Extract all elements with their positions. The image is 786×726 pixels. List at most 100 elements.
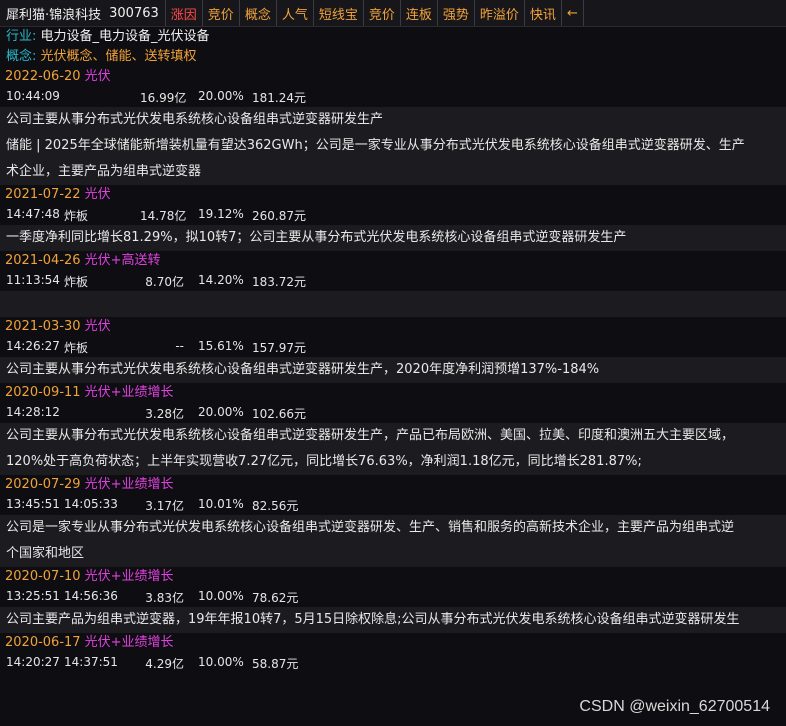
event-type: 炸板 <box>64 209 89 223</box>
event-type: 炸板 <box>64 341 89 355</box>
event-price: 82.56元 <box>252 499 299 513</box>
event-description: 公司主要产品为组串式逆变器，19年年报10转7，5月15日除权除息;公司从事分布… <box>0 607 786 633</box>
event-tag: 光伏 <box>84 187 111 202</box>
tab-9[interactable]: 快讯 <box>525 0 562 26</box>
event-row[interactable]: 14:47:48 炸板 14.78亿 19.12% 260.87元 <box>0 205 786 225</box>
event-time: 14:28:12 <box>6 405 60 419</box>
industry-line: 行业: 电力设备_电力设备_光伏设备 <box>0 27 786 47</box>
event-price: 102.66元 <box>252 407 306 421</box>
tab-2[interactable]: 概念 <box>240 0 277 26</box>
event-amount: 3.17亿 <box>145 499 184 513</box>
watermark: CSDN @weixin_62700514 <box>579 698 770 715</box>
tab-4[interactable]: 短线宝 <box>314 0 364 26</box>
event-tag: 光伏 <box>84 319 111 334</box>
concept-value: 光伏概念、储能、送转填权 <box>40 49 197 64</box>
event-pct: 10.00% <box>198 655 244 669</box>
event-row[interactable]: 10:44:09 16.99亿 20.00% 181.24元 <box>0 87 786 107</box>
tab-bar: 犀利猫·锦浪科技 300763 涨因 竞价 概念 人气 短线宝 竞价 连板 强势 昨溢价 快讯 ← <box>0 0 786 27</box>
event-header: 2021-03-30 光伏 <box>0 317 786 337</box>
event-tag: 光伏+高送转 <box>84 253 161 268</box>
event-amount: -- <box>175 339 184 353</box>
tab-0[interactable]: 涨因 <box>166 0 203 26</box>
event-header: 2022-06-20 光伏 <box>0 67 786 87</box>
event-header: 2020-09-11 光伏+业绩增长 <box>0 383 786 403</box>
event-amount: 14.78亿 <box>140 209 187 223</box>
event-price: 157.97元 <box>252 341 306 355</box>
stock-title: 犀利猫·锦浪科技 300763 <box>0 0 166 26</box>
tab-10[interactable]: ← <box>562 0 584 26</box>
event-type: 14:05:33 <box>64 497 118 511</box>
event-pct: 20.00% <box>198 89 244 103</box>
event-time: 14:47:48 <box>6 207 60 221</box>
event-header: 2021-07-22 光伏 <box>0 185 786 205</box>
event-amount: 3.83亿 <box>145 591 184 605</box>
event-tag: 光伏 <box>84 69 111 84</box>
event-type: 14:37:51 <box>64 655 118 669</box>
stock-name: 犀利猫·锦浪科技 <box>6 7 102 23</box>
event-price: 260.87元 <box>252 209 306 223</box>
event-description: 公司主要从事分布式光伏发电系统核心设备组串式逆变器研发生产，2020年度净利润预… <box>0 357 786 383</box>
stock-code: 300763 <box>109 5 159 21</box>
event-row[interactable]: 11:13:54 炸板 8.70亿 14.20% 183.72元 <box>0 271 786 291</box>
tab-3[interactable]: 人气 <box>277 0 314 26</box>
description-line: 个国家和地区 <box>6 546 85 561</box>
event-time: 11:13:54 <box>6 273 60 287</box>
event-pct: 10.00% <box>198 589 244 603</box>
event-header: 2021-04-26 光伏+高送转 <box>0 251 786 271</box>
concept-line: 概念: 光伏概念、储能、送转填权 <box>0 47 786 67</box>
event-row[interactable]: 14:26:27 炸板 -- 15.61% 157.97元 <box>0 337 786 357</box>
tab-1[interactable]: 竞价 <box>203 0 240 26</box>
event-header: 2020-06-17 光伏+业绩增长 <box>0 633 786 653</box>
event-pct: 14.20% <box>198 273 244 287</box>
event-time: 10:44:09 <box>6 89 60 103</box>
event-tag: 光伏+业绩增长 <box>84 477 174 492</box>
description-line: 术企业，主要产品为组串式逆变器 <box>6 164 202 179</box>
tab-8[interactable]: 昨溢价 <box>475 0 525 26</box>
event-row[interactable]: 14:20:27 14:37:51 4.29亿 10.00% 58.87元 <box>0 653 786 673</box>
event-description <box>0 291 786 317</box>
event-price: 58.87元 <box>252 657 299 671</box>
event-tag: 光伏+业绩增长 <box>84 635 174 650</box>
tab-7[interactable]: 强势 <box>438 0 475 26</box>
event-date: 2021-07-22 <box>5 187 81 202</box>
event-pct: 20.00% <box>198 405 244 419</box>
event-date: 2020-07-10 <box>5 569 81 584</box>
event-type: 炸板 <box>64 275 89 289</box>
event-description: 一季度净利同比增长81.29%，拟10转7；公司主要从事分布式光伏发电系统核心设… <box>0 225 786 251</box>
event-price: 181.24元 <box>252 91 306 105</box>
event-amount: 4.29亿 <box>145 657 184 671</box>
event-time: 14:20:27 <box>6 655 60 669</box>
event-row[interactable]: 14:28:12 3.28亿 20.00% 102.66元 <box>0 403 786 423</box>
description-line <box>6 291 780 317</box>
event-header: 2020-07-10 光伏+业绩增长 <box>0 567 786 587</box>
event-description: 公司主要从事分布式光伏发电系统核心设备组串式逆变器研发生产储能 | 2025年全… <box>0 107 786 185</box>
industry-value: 电力设备_电力设备_光伏设备 <box>40 29 210 44</box>
event-time: 13:25:51 <box>6 589 60 603</box>
event-tag: 光伏+业绩增长 <box>84 385 174 400</box>
description-line: 公司主要产品为组串式逆变器，19年年报10转7，5月15日除权除息;公司从事分布… <box>6 612 740 627</box>
event-list: 2022-06-20 光伏 10:44:09 16.99亿 20.00% 181.24元公… <box>0 67 786 673</box>
event-pct: 15.61% <box>198 339 244 353</box>
event-row[interactable]: 13:25:51 14:56:36 3.83亿 10.00% 78.62元 <box>0 587 786 607</box>
event-date: 2020-06-17 <box>5 635 81 650</box>
event-description: 公司主要从事分布式光伏发电系统核心设备组串式逆变器研发生产，产品已布局欧洲、美国… <box>0 423 786 475</box>
event-pct: 10.01% <box>198 497 244 511</box>
event-pct: 19.12% <box>198 207 244 221</box>
description-line: 公司主要从事分布式光伏发电系统核心设备组串式逆变器研发生产，2020年度净利润预… <box>6 362 600 377</box>
event-header: 2020-07-29 光伏+业绩增长 <box>0 475 786 495</box>
description-line: 公司主要从事分布式光伏发电系统核心设备组串式逆变器研发生产 <box>6 112 384 127</box>
event-description: 公司是一家专业从事分布式光伏发电系统核心设备组串式逆变器研发、生产、销售和服务的… <box>0 515 786 567</box>
description-line: 一季度净利同比增长81.29%，拟10转7；公司主要从事分布式光伏发电系统核心设… <box>6 230 627 245</box>
event-row[interactable]: 13:45:51 14:05:33 3.17亿 10.01% 82.56元 <box>0 495 786 515</box>
event-amount: 16.99亿 <box>140 91 187 105</box>
concept-label: 概念: <box>6 49 37 64</box>
event-price: 78.62元 <box>252 591 299 605</box>
event-time: 13:45:51 <box>6 497 60 511</box>
description-line: 储能 | 2025年全球储能新增装机量有望达362GWh；公司是一家专业从事分布… <box>6 138 745 153</box>
event-amount: 8.70亿 <box>145 275 184 289</box>
industry-label: 行业: <box>6 29 37 44</box>
event-date: 2022-06-20 <box>5 69 81 84</box>
event-date: 2021-04-26 <box>5 253 81 268</box>
tab-5[interactable]: 竞价 <box>364 0 401 26</box>
tab-6[interactable]: 连板 <box>401 0 438 26</box>
